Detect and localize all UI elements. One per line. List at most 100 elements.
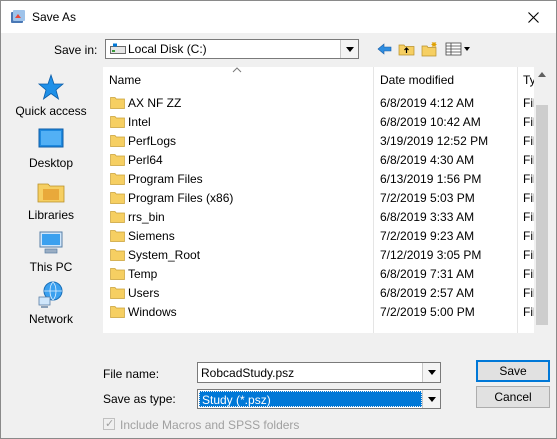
file-list[interactable]: Name Date modified Ty AX NF ZZ 6/8/2019 4… bbox=[102, 66, 551, 334]
date-modified-cell: 6/8/2019 10:42 AM bbox=[380, 115, 481, 129]
save-as-type-dropdown[interactable]: Study (*.psz) bbox=[197, 389, 441, 409]
file-name-cell: rrs_bin bbox=[128, 210, 165, 224]
close-icon bbox=[527, 11, 539, 23]
file-row[interactable]: Temp 6/8/2019 7:31 AM Fil bbox=[103, 265, 536, 284]
file-name-cell: Users bbox=[128, 286, 160, 300]
folder-icon bbox=[110, 287, 125, 299]
view-menu-icon[interactable] bbox=[445, 41, 471, 57]
chevron-down-icon bbox=[427, 396, 436, 402]
column-header-name[interactable]: Name bbox=[109, 73, 141, 89]
file-row[interactable]: System_Root 7/12/2019 3:05 PM Fil bbox=[103, 246, 536, 265]
file-name-cell: PerfLogs bbox=[128, 134, 177, 148]
place-label: Quick access bbox=[15, 104, 87, 118]
file-name-input[interactable] bbox=[199, 364, 423, 381]
date-modified-cell: 7/2/2019 5:00 PM bbox=[380, 305, 475, 319]
file-row[interactable]: AX NF ZZ 6/8/2019 4:12 AM Fil bbox=[103, 94, 536, 113]
folder-icon bbox=[110, 192, 125, 204]
network-icon bbox=[38, 281, 63, 308]
file-row[interactable]: Program Files 6/13/2019 1:56 PM Fil bbox=[103, 170, 536, 189]
column-header-date-modified[interactable]: Date modified bbox=[380, 73, 454, 89]
file-name-combo[interactable] bbox=[197, 362, 441, 383]
file-row[interactable]: Program Files (x86) 7/2/2019 5:03 PM Fil bbox=[103, 189, 536, 208]
quick-access-star-icon bbox=[37, 73, 65, 101]
date-modified-cell: 6/13/2019 1:56 PM bbox=[380, 172, 482, 186]
folder-icon bbox=[110, 268, 125, 280]
date-modified-cell: 6/8/2019 7:31 AM bbox=[380, 267, 475, 281]
libraries-icon bbox=[37, 183, 65, 203]
place-label: Desktop bbox=[28, 156, 74, 170]
save-as-dialog: Save As Save in: Local Disk (C:) Quick a… bbox=[0, 0, 557, 439]
save-as-type-selected: Study (*.psz) bbox=[199, 391, 422, 407]
place-libraries[interactable]: Libraries bbox=[9, 176, 93, 226]
file-name-cell: Program Files bbox=[128, 172, 203, 186]
back-arrow-icon[interactable] bbox=[376, 41, 394, 57]
include-macros-checkbox[interactable]: ✓ bbox=[103, 418, 115, 430]
window-title: Save As bbox=[32, 10, 77, 24]
location-dropdown[interactable]: Local Disk (C:) bbox=[105, 39, 359, 59]
file-name-cell: Perl64 bbox=[128, 153, 163, 167]
folder-icon bbox=[110, 306, 125, 318]
folder-icon bbox=[110, 135, 125, 147]
date-modified-cell: 7/2/2019 5:03 PM bbox=[380, 191, 475, 205]
scroll-up-icon[interactable] bbox=[538, 72, 546, 77]
place-label: Network bbox=[28, 312, 73, 326]
save-button[interactable]: Save bbox=[476, 360, 550, 382]
file-name-cell: AX NF ZZ bbox=[128, 96, 182, 110]
place-quick-access[interactable]: Quick access bbox=[9, 72, 93, 122]
this-pc-icon bbox=[39, 231, 63, 254]
save-as-type-label: Save as type: bbox=[103, 392, 176, 406]
file-name-cell: System_Root bbox=[128, 248, 201, 262]
date-modified-cell: 6/8/2019 2:57 AM bbox=[380, 286, 475, 300]
file-name-cell: Siemens bbox=[128, 229, 175, 243]
file-name-cell: Temp bbox=[128, 267, 158, 281]
date-modified-cell: 7/2/2019 9:23 AM bbox=[380, 229, 475, 243]
file-row[interactable]: Perl64 6/8/2019 4:30 AM Fil bbox=[103, 151, 536, 170]
date-modified-cell: 6/8/2019 4:12 AM bbox=[380, 96, 475, 110]
chevron-down-icon bbox=[345, 46, 354, 52]
file-row[interactable]: Windows 7/2/2019 5:00 PM Fil bbox=[103, 303, 536, 322]
places-bar: Quick access Desktop Libraries This PC N… bbox=[9, 66, 93, 336]
file-row[interactable]: PerfLogs 3/19/2019 12:52 PM Fil bbox=[103, 132, 536, 151]
file-row[interactable]: Intel 6/8/2019 10:42 AM Fil bbox=[103, 113, 536, 132]
save-as-type-dropdown-arrow[interactable] bbox=[422, 390, 440, 408]
folder-icon bbox=[110, 154, 125, 166]
desktop-icon bbox=[38, 128, 64, 148]
date-modified-cell: 6/8/2019 3:33 AM bbox=[380, 210, 475, 224]
place-label: Libraries bbox=[27, 208, 75, 222]
title-bar: Save As bbox=[1, 1, 556, 33]
up-folder-icon[interactable] bbox=[398, 41, 416, 57]
date-modified-cell: 6/8/2019 4:30 AM bbox=[380, 153, 475, 167]
location-text: Local Disk (C:) bbox=[128, 42, 207, 56]
close-button[interactable] bbox=[511, 2, 555, 32]
app-icon bbox=[11, 10, 25, 23]
sort-ascending-icon bbox=[232, 67, 242, 73]
scrollbar-thumb[interactable] bbox=[536, 105, 548, 325]
save-in-label: Save in: bbox=[54, 43, 98, 57]
date-modified-cell: 3/19/2019 12:52 PM bbox=[380, 134, 489, 148]
file-name-dropdown-arrow[interactable] bbox=[422, 363, 440, 382]
file-row[interactable]: Siemens 7/2/2019 9:23 AM Fil bbox=[103, 227, 536, 246]
include-macros-label: Include Macros and SPSS folders bbox=[120, 418, 300, 432]
save-as-type-value: Study (*.psz) bbox=[202, 393, 271, 407]
date-modified-cell: 7/12/2019 3:05 PM bbox=[380, 248, 482, 262]
new-folder-icon[interactable] bbox=[421, 41, 439, 57]
location-dropdown-arrow[interactable] bbox=[340, 40, 358, 58]
chevron-down-icon bbox=[427, 370, 436, 375]
place-this-pc[interactable]: This PC bbox=[9, 228, 93, 278]
local-disk-icon bbox=[110, 43, 126, 54]
place-label: This PC bbox=[29, 260, 73, 274]
place-network[interactable]: Network bbox=[9, 280, 93, 330]
cancel-button[interactable]: Cancel bbox=[476, 386, 550, 408]
folder-icon bbox=[110, 97, 125, 109]
file-row[interactable]: rrs_bin 6/8/2019 3:33 AM Fil bbox=[103, 208, 536, 227]
file-row[interactable]: Users 6/8/2019 2:57 AM Fil bbox=[103, 284, 536, 303]
file-name-label: File name: bbox=[103, 367, 160, 381]
folder-icon bbox=[110, 173, 125, 185]
place-desktop[interactable]: Desktop bbox=[9, 124, 93, 174]
vertical-scrollbar[interactable] bbox=[534, 67, 550, 333]
checkmark-icon: ✓ bbox=[105, 418, 115, 430]
folder-icon bbox=[110, 211, 125, 223]
folder-icon bbox=[110, 249, 125, 261]
folder-icon bbox=[110, 116, 125, 128]
folder-icon bbox=[110, 230, 125, 242]
